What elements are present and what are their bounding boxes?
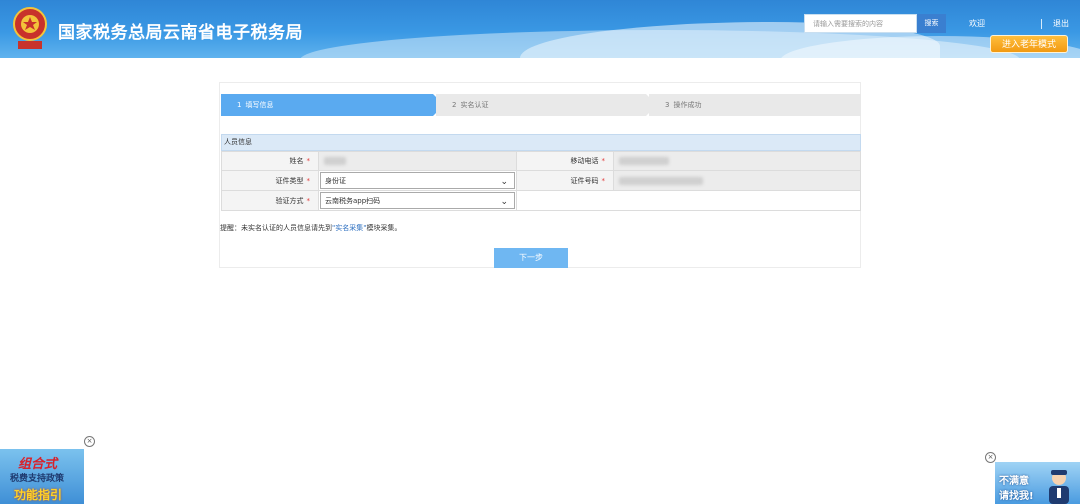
label-text: 姓名: [289, 157, 304, 165]
chevron-down-icon: ⌄: [500, 197, 508, 207]
site-header: 国家税务总局云南省电子税务局 搜索 欢迎 退出 进入老年模式: [0, 0, 1080, 58]
reminder-text: 提醒：未实名认证的人员信息请先到"实名采集"模块采集。: [220, 223, 401, 233]
reminder-suffix: 模块采集。: [366, 224, 402, 232]
label-text: 证件号码: [570, 176, 599, 185]
welcome-text: 欢迎: [969, 19, 985, 28]
required-mark: *: [306, 176, 311, 185]
step-real-name-auth: 2 实名认证: [436, 94, 657, 116]
real-name-collection-link[interactable]: "实名采集": [332, 224, 366, 232]
required-mark: *: [601, 157, 606, 165]
chevron-down-icon: ⌄: [500, 177, 508, 187]
feedback-ad[interactable]: 不满意 请找我!: [995, 462, 1080, 504]
step-number: 1: [237, 101, 242, 109]
ad-line: 组合式: [18, 457, 58, 472]
select-value: 云南税务app扫码: [325, 197, 381, 205]
step-number: 3: [665, 101, 670, 109]
step-label: 实名认证: [460, 101, 489, 109]
verify-method-cell: 云南税务app扫码 ⌄: [318, 190, 517, 211]
required-mark: *: [306, 196, 311, 205]
id-type-cell: 身份证 ⌄: [318, 170, 517, 191]
site-title: 国家税务总局云南省电子税务局: [58, 23, 303, 43]
elder-mode-button[interactable]: 进入老年模式: [990, 35, 1068, 53]
search-input[interactable]: [804, 14, 917, 33]
mobile-field[interactable]: [613, 151, 861, 171]
close-left-ad-icon[interactable]: ×: [84, 436, 95, 447]
step-label: 操作成功: [673, 101, 702, 109]
search-button[interactable]: 搜索: [917, 14, 946, 33]
form-row: 验证方式 * 云南税务app扫码 ⌄: [221, 190, 861, 211]
registration-panel: 1 填写信息 2 实名认证 3 操作成功 人员信息 姓名 * 移动电话 * 证件类型 * 身…: [219, 82, 861, 268]
redacted-id-number: [619, 176, 703, 185]
label-text: 验证方式: [275, 196, 304, 205]
progress-steps: 1 填写信息 2 实名认证 3 操作成功: [221, 94, 861, 116]
step-number: 2: [452, 101, 457, 109]
ad-line: 税费支持政策: [10, 474, 65, 484]
next-step-button[interactable]: 下一步: [494, 248, 568, 268]
id-number-label: 证件号码 *: [516, 170, 614, 191]
name-field[interactable]: [318, 151, 517, 171]
required-mark: *: [601, 176, 606, 185]
name-label: 姓名 *: [221, 151, 319, 171]
redacted-name: [324, 157, 346, 165]
reminder-prefix: 提醒：未实名认证的人员信息请先到: [220, 224, 332, 232]
verify-method-label: 验证方式 *: [221, 190, 319, 211]
label-text: 证件类型: [275, 176, 304, 185]
mobile-label: 移动电话 *: [516, 151, 614, 171]
ad-line: 功能指引: [14, 488, 63, 502]
verify-method-select[interactable]: 云南税务app扫码 ⌄: [320, 192, 515, 209]
personal-info-form: 姓名 * 移动电话 * 证件类型 * 身份证 ⌄ 证件号码 * 验证方式 * 云南税务app…: [221, 151, 861, 211]
step-fill-info: 1 填写信息: [221, 94, 444, 116]
select-value: 身份证: [325, 177, 346, 185]
step-success: 3 操作成功: [649, 94, 861, 116]
redacted-mobile: [619, 157, 669, 165]
ad-line: 请找我!: [999, 491, 1034, 502]
ad-line: 不满意: [999, 476, 1029, 487]
form-row: 姓名 * 移动电话 *: [221, 151, 861, 171]
header-divider: [1041, 19, 1042, 29]
logout-link[interactable]: 退出: [1053, 18, 1069, 29]
id-number-field[interactable]: [613, 170, 861, 191]
policy-guide-ad[interactable]: 组合式 税费支持政策 功能指引: [0, 449, 84, 504]
label-text: 移动电话: [570, 157, 599, 165]
empty-cell: [516, 190, 861, 211]
id-type-select[interactable]: 身份证 ⌄: [320, 172, 515, 189]
officer-figure-icon: [1049, 470, 1069, 504]
step-label: 填写信息: [245, 101, 274, 109]
id-type-label: 证件类型 *: [221, 170, 319, 191]
section-title: 人员信息: [221, 134, 861, 151]
form-row: 证件类型 * 身份证 ⌄ 证件号码 *: [221, 170, 861, 191]
tax-emblem-logo: [13, 7, 47, 49]
required-mark: *: [306, 157, 311, 165]
